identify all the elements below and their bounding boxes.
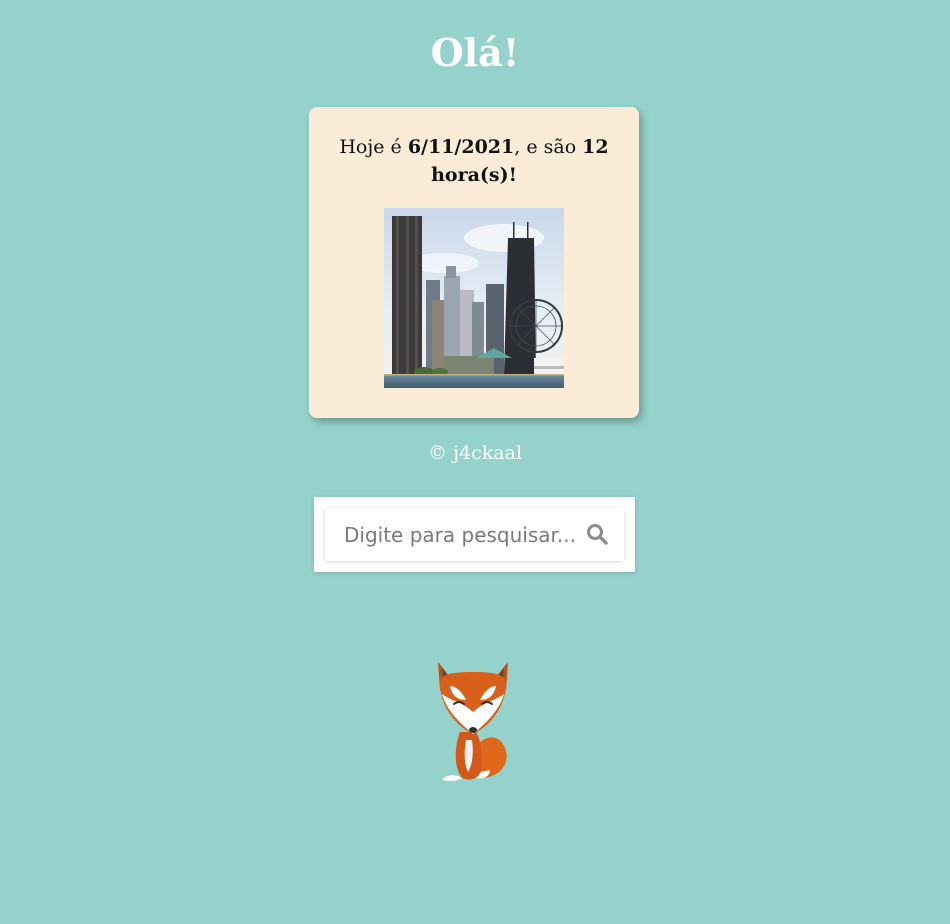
search-input[interactable] bbox=[325, 508, 575, 561]
city-skyline-image bbox=[384, 208, 564, 388]
date-time-card: Hoje é 6/11/2021, e são 12 hora(s)! bbox=[309, 107, 639, 418]
copyright-footer: © j4ckaal bbox=[428, 442, 522, 464]
page-title: Olá! bbox=[430, 30, 520, 75]
current-date: 6/11/2021 bbox=[407, 136, 515, 158]
search-button[interactable] bbox=[582, 520, 612, 550]
search-icon bbox=[587, 523, 608, 545]
search-panel bbox=[314, 497, 635, 572]
search-bar bbox=[325, 508, 624, 561]
date-prefix: Hoje é bbox=[339, 136, 408, 158]
date-time-text: Hoje é 6/11/2021, e são 12 hora(s)! bbox=[339, 133, 609, 189]
fox-icon bbox=[438, 662, 508, 782]
date-middle: , e são bbox=[514, 136, 583, 158]
hour-suffix: hora(s)! bbox=[431, 164, 517, 186]
current-hour: 12 bbox=[582, 136, 609, 158]
